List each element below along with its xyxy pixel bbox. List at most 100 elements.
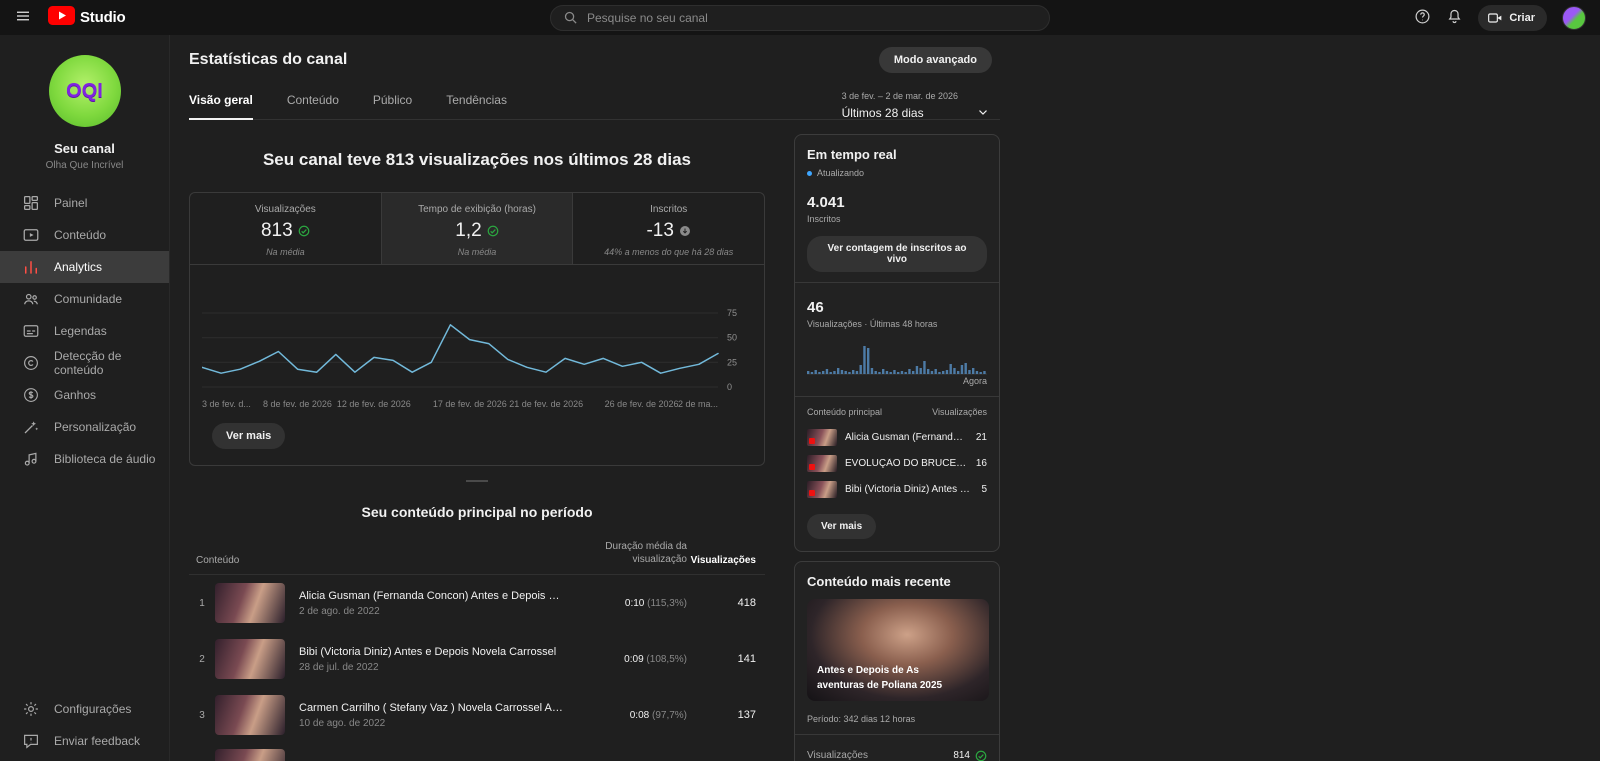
tab-visao-geral[interactable]: Visão geral xyxy=(189,93,253,119)
realtime-row[interactable]: Bibi (Victoria Diniz) Antes e D... 5 xyxy=(807,476,987,502)
recent-video-thumbnail[interactable]: Antes e Depois de As aventuras de Polian… xyxy=(807,599,989,701)
views-chart: 0255075 xyxy=(190,265,764,397)
help-button[interactable] xyxy=(1414,8,1431,28)
sidebar-item-personalizacao[interactable]: Personalização xyxy=(0,411,169,443)
overview-column: Seu canal teve 813 visualizações nos últ… xyxy=(189,120,765,761)
avg-view-duration: 0:08 (97,7%) xyxy=(575,710,687,721)
metric-visualizacoes[interactable]: Visualizações813Na média xyxy=(190,193,382,264)
video-title: Bibi (Victoria Diniz) Antes e D... xyxy=(845,484,973,495)
sidebar-item-deteccao-de-conteudo[interactable]: Detecção de conteúdo xyxy=(0,347,169,379)
metric-value: -13 xyxy=(646,220,673,242)
top-content-title: Seu conteúdo principal no período xyxy=(189,504,765,520)
bell-icon xyxy=(1446,8,1463,28)
tab-conteudo[interactable]: Conteúdo xyxy=(287,93,339,119)
video-thumbnail xyxy=(807,429,837,446)
analytics-icon xyxy=(22,258,40,276)
sidebar-item-conteudo[interactable]: Conteúdo xyxy=(0,219,169,251)
see-more-button[interactable]: Ver mais xyxy=(212,423,285,449)
video-thumbnail xyxy=(215,695,285,735)
tab-publico[interactable]: Público xyxy=(373,93,412,119)
svg-text:50: 50 xyxy=(727,333,737,343)
metric-inscritos[interactable]: Inscritos-1344% a menos do que há 28 dia… xyxy=(573,193,764,264)
sidebar-item-legendas[interactable]: Legendas xyxy=(0,315,169,347)
row-info: Carmen Carrilho ( Stefany Vaz ) Novela C… xyxy=(299,702,575,729)
subtitles-icon xyxy=(22,322,40,340)
down-arrow-icon xyxy=(679,225,691,237)
updating-label: Atualizando xyxy=(817,168,864,178)
table-row[interactable]: 1Alicia Gusman (Fernanda Concon) Antes e… xyxy=(189,575,765,631)
now-label: Agora xyxy=(807,376,987,386)
notifications-button[interactable] xyxy=(1446,8,1463,28)
views-count: 418 xyxy=(687,597,765,609)
metrics-row: Visualizações813Na médiaTempo de exibiçã… xyxy=(190,193,764,265)
tab-tendencias[interactable]: Tendências xyxy=(446,93,507,119)
sidebar-item-enviar-feedback[interactable]: Enviar feedback xyxy=(0,725,169,757)
channel-avatar[interactable]: OQI xyxy=(49,55,121,127)
views-count: 21 xyxy=(976,432,987,443)
create-button-label: Criar xyxy=(1509,12,1535,24)
advanced-mode-button[interactable]: Modo avançado xyxy=(879,47,992,73)
sidebar-item-label: Ganhos xyxy=(54,388,96,402)
x-tick-label: 2 de ma... xyxy=(678,399,718,409)
monetization-icon xyxy=(22,386,40,404)
video-thumbnail xyxy=(807,455,837,472)
column-header-content[interactable]: Conteúdo xyxy=(189,555,575,566)
video-title: Alicia Gusman (Fernanda Concon) Antes e … xyxy=(299,590,565,602)
sidebar-item-biblioteca-de-audio[interactable]: Biblioteca de áudio xyxy=(0,443,169,475)
metric-tempo-de-exibicao[interactable]: Tempo de exibição (horas)1,2Na média xyxy=(382,193,574,264)
chart-x-axis: 3 de fev. d...8 de fev. de 202612 de fev… xyxy=(202,399,754,413)
topbar: Studio Criar xyxy=(0,0,1600,35)
table-row[interactable]: 2Bibi (Victoria Diniz) Antes e Depois No… xyxy=(189,631,765,687)
realtime-status: Atualizando xyxy=(807,168,987,178)
realtime-list-header: Conteúdo principal Visualizações xyxy=(807,407,987,417)
sidebar-footer: ConfiguraçõesEnviar feedback xyxy=(0,693,169,761)
realtime-list: Alicia Gusman (Fernanda C...21EVOLUÇÃO D… xyxy=(807,424,987,502)
rt-column-content: Conteúdo principal xyxy=(807,407,882,417)
audio-icon xyxy=(22,450,40,468)
feedback-icon xyxy=(22,732,40,750)
video-thumbnail xyxy=(215,749,285,761)
recent-period: Período: 342 dias 12 horas xyxy=(807,714,987,724)
column-header-duration[interactable]: Duração média da visualização xyxy=(575,540,687,566)
avg-view-duration: 0:10 (115,3%) xyxy=(575,598,687,609)
channel-avatar-text: OQI xyxy=(66,80,103,103)
sidebar-item-comunidade[interactable]: Comunidade xyxy=(0,283,169,315)
right-panel: Em tempo real Atualizando 4.041 Inscrito… xyxy=(794,134,1000,761)
body-row: Seu canal teve 813 visualizações nos últ… xyxy=(189,120,1010,761)
sidebar-item-analytics[interactable]: Analytics xyxy=(0,251,169,283)
video-date: 10 de ago. de 2022 xyxy=(299,718,565,729)
section-divider xyxy=(466,480,488,482)
studio-logo[interactable]: Studio xyxy=(48,6,125,30)
row-rank: 2 xyxy=(189,654,215,665)
table-row-partial[interactable] xyxy=(189,749,765,761)
topbar-actions: Criar xyxy=(1414,5,1586,31)
realtime-row[interactable]: Alicia Gusman (Fernanda C...21 xyxy=(807,424,987,450)
video-date: 28 de jul. de 2022 xyxy=(299,662,565,673)
video-thumbnail xyxy=(807,481,837,498)
sidebar-item-configuracoes[interactable]: Configurações xyxy=(0,693,169,725)
studio-logo-text: Studio xyxy=(80,9,125,26)
realtime-row[interactable]: EVOLUÇÃO DO BRUCE LEE ...16 xyxy=(807,450,987,476)
x-tick-label: 17 de fev. de 2026 xyxy=(433,399,507,409)
live-count-button[interactable]: Ver contagem de inscritos ao vivo xyxy=(807,236,987,272)
account-avatar[interactable] xyxy=(1562,6,1586,30)
column-header-views[interactable]: Visualizações xyxy=(687,555,765,566)
menu-button[interactable] xyxy=(14,7,32,28)
search-bar[interactable] xyxy=(550,5,1050,31)
customization-icon xyxy=(22,418,40,436)
page-header: Estatísticas do canal Modo avançado 3 de… xyxy=(189,51,1000,120)
sidebar-item-painel[interactable]: Painel xyxy=(0,187,169,219)
x-tick-label: 3 de fev. d... xyxy=(202,399,251,409)
sidebar-item-ganhos[interactable]: Ganhos xyxy=(0,379,169,411)
date-range-picker[interactable]: 3 de fev. – 2 de mar. de 2026 Últimos 28… xyxy=(842,91,990,120)
table-row[interactable]: 3Carmen Carrilho ( Stefany Vaz ) Novela … xyxy=(189,687,765,743)
create-button[interactable]: Criar xyxy=(1478,5,1547,31)
row-info: Alicia Gusman (Fernanda Concon) Antes e … xyxy=(299,590,575,617)
search-input[interactable] xyxy=(587,11,1037,25)
realtime-see-more-button[interactable]: Ver mais xyxy=(807,514,876,539)
sidebar-item-label: Detecção de conteúdo xyxy=(54,349,169,377)
help-icon xyxy=(1414,8,1431,28)
views-count: 5 xyxy=(981,484,987,495)
subscribers-label: Inscritos xyxy=(807,214,987,224)
video-title: EVOLUÇÃO DO BRUCE LEE ... xyxy=(845,458,968,469)
